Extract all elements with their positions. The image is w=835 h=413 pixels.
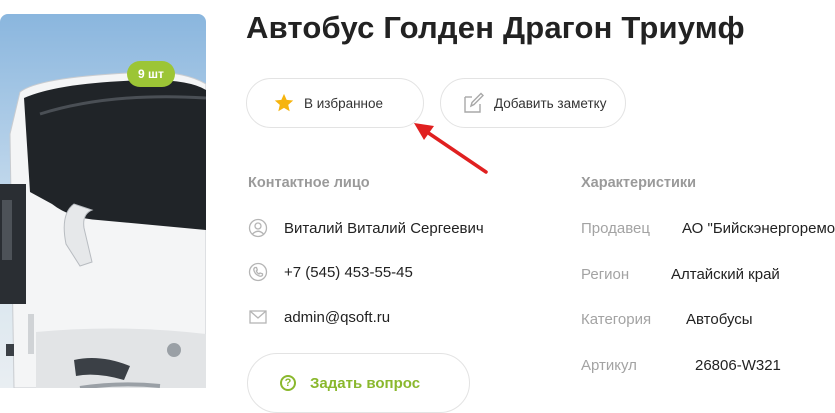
- product-title: Автобус Голден Драгон Триумф: [246, 10, 745, 45]
- contact-name: Виталий Виталий Сергеевич: [284, 219, 484, 237]
- spec-value-region: Алтайский край: [671, 266, 780, 283]
- contact-phone-row[interactable]: +7 (545) 453-55-45: [248, 262, 413, 282]
- spec-key-region: Регион: [581, 266, 630, 283]
- star-icon: [273, 92, 295, 114]
- spec-key-article: Артикул: [581, 357, 637, 374]
- contact-heading: Контактное лицо: [248, 175, 370, 191]
- note-label: Добавить заметку: [494, 95, 607, 111]
- ask-question-button[interactable]: ? Задать вопрос: [247, 353, 470, 413]
- specs-heading: Характеристики: [581, 175, 697, 191]
- spec-value-category: Автобусы: [686, 311, 753, 328]
- spec-key-seller: Продавец: [581, 220, 650, 237]
- photo-count-badge: 9 шт: [127, 61, 175, 87]
- contact-name-row: Виталий Виталий Сергеевич: [248, 218, 484, 238]
- favorites-label: В избранное: [304, 95, 384, 111]
- user-icon: [248, 218, 268, 238]
- add-to-favorites-button[interactable]: В избранное: [246, 78, 424, 128]
- red-arrow-icon: [414, 123, 488, 174]
- spec-value-article: 26806-W321: [695, 357, 781, 374]
- contact-phone[interactable]: +7 (545) 453-55-45: [284, 264, 413, 281]
- contact-email[interactable]: admin@qsoft.ru: [284, 309, 390, 326]
- spec-value-seller[interactable]: АО "Бийскэнергоремонт": [682, 220, 835, 237]
- phone-icon: [248, 262, 268, 282]
- spec-key-category: Категория: [581, 311, 652, 328]
- contact-email-row[interactable]: admin@qsoft.ru: [248, 307, 390, 327]
- pencil-note-icon: [461, 91, 485, 115]
- bus-illustration: [0, 71, 206, 388]
- envelope-icon: [248, 307, 268, 327]
- ask-question-label: Задать вопрос: [310, 374, 421, 392]
- question-circle-icon: ?: [280, 375, 296, 391]
- product-photo[interactable]: 9 шт: [0, 14, 206, 388]
